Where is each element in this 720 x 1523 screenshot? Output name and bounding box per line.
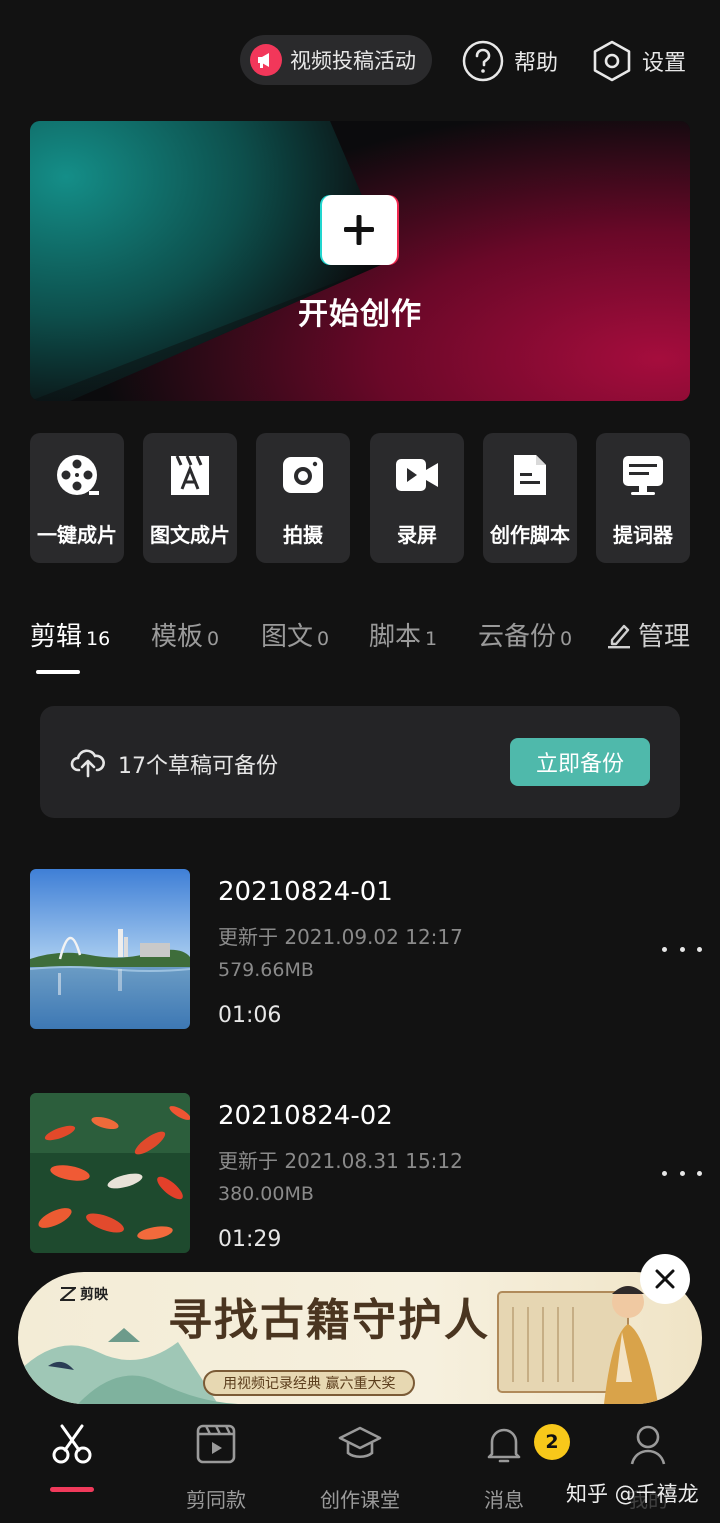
video-template-icon	[196, 1424, 236, 1464]
close-ad-button[interactable]	[640, 1254, 690, 1304]
help-button[interactable]: 帮助	[462, 39, 558, 83]
draft-updated-time: 更新于 2021.09.02 12:17	[218, 925, 463, 949]
help-label: 帮助	[514, 51, 559, 76]
promo-ad-banner[interactable]: 剪映 寻找古籍守护人 用视频记录经典 赢六重大奖	[18, 1272, 702, 1404]
nav-label: 剪同款	[186, 1488, 246, 1512]
start-creation-title: 开始创作	[298, 297, 422, 332]
tab-templates[interactable]: 模板 0	[151, 616, 219, 653]
ad-brand-name: 剪映	[80, 1287, 108, 1303]
ad-brand: 剪映	[60, 1284, 108, 1304]
user-icon	[630, 1425, 666, 1465]
backup-message: 17个草稿可备份	[118, 754, 278, 779]
tool-label: 图文成片	[150, 523, 230, 547]
scissors-icon	[52, 1424, 92, 1464]
tool-label: 拍摄	[283, 523, 323, 547]
gear-icon	[593, 40, 631, 82]
draft-name: 20210824-02	[218, 1101, 393, 1131]
draft-tabs: 剪辑 16 模板 0 图文 0 脚本 1 云备份 0 管理	[0, 616, 720, 676]
settings-button[interactable]: 设置	[592, 39, 686, 83]
manage-label: 管理	[637, 622, 690, 652]
film-reel-icon	[57, 455, 99, 495]
tab-name: 云备份	[478, 622, 557, 652]
draft-duration: 01:06	[218, 1003, 282, 1028]
nav-label: 消息	[484, 1488, 524, 1512]
plus-icon	[320, 195, 399, 265]
close-icon	[655, 1269, 675, 1289]
tab-name: 脚本	[369, 622, 422, 652]
manage-button[interactable]: 管理	[606, 616, 690, 653]
help-icon	[462, 40, 504, 82]
video-submission-activity-button[interactable]: 视频投稿活动	[240, 35, 432, 85]
top-bar: 视频投稿活动 帮助 设置	[0, 35, 720, 87]
graduation-cap-icon	[338, 1426, 382, 1459]
backup-now-button[interactable]: 立即备份	[510, 738, 650, 786]
screen-record-icon	[396, 459, 438, 491]
tab-count: 1	[425, 628, 438, 650]
draft-duration: 01:29	[218, 1227, 282, 1252]
tool-label: 提词器	[613, 523, 673, 547]
tool-text-to-video[interactable]: 图文成片	[143, 433, 237, 563]
tool-creation-script[interactable]: 创作脚本	[483, 433, 577, 563]
draft-updated-time: 更新于 2021.08.31 15:12	[218, 1149, 463, 1173]
start-creation-card[interactable]: 开始创作	[30, 121, 690, 401]
tab-name: 剪辑	[30, 622, 83, 652]
draft-size: 579.66MB	[218, 959, 314, 981]
draft-name: 20210824-01	[218, 877, 393, 907]
draft-thumbnail	[30, 1093, 190, 1253]
draft-item[interactable]: 20210824-01 更新于 2021.09.02 12:17 579.66M…	[30, 869, 720, 1029]
tab-cloud-backup[interactable]: 云备份 0	[478, 616, 572, 653]
active-nav-indicator	[50, 1487, 94, 1492]
tool-shoot[interactable]: 拍摄	[256, 433, 350, 563]
draft-thumbnail	[30, 869, 190, 1029]
text-clapper-icon	[171, 455, 209, 495]
quick-tools: 一键成片 图文成片 拍摄 录屏 创作脚本 提词器	[30, 433, 690, 563]
cloud-upload-icon	[70, 749, 105, 778]
tool-screen-record[interactable]: 录屏	[370, 433, 464, 563]
tool-label: 创作脚本	[490, 523, 570, 547]
tab-count: 0	[317, 628, 330, 650]
tool-label: 一键成片	[37, 523, 117, 547]
nav-creation-class[interactable]: 创作课堂	[290, 1422, 430, 1513]
tab-name: 模板	[151, 622, 204, 652]
megaphone-icon	[250, 44, 282, 76]
ad-subline: 用视频记录经典 赢六重大奖	[203, 1370, 416, 1396]
bell-icon	[487, 1428, 521, 1463]
draft-item[interactable]: 20210824-02 更新于 2021.08.31 15:12 380.00M…	[30, 1093, 720, 1253]
tool-teleprompter[interactable]: 提词器	[596, 433, 690, 563]
tab-count: 0	[207, 628, 220, 650]
tool-one-click-video[interactable]: 一键成片	[30, 433, 124, 563]
tab-image-text[interactable]: 图文 0	[261, 616, 329, 653]
draft-size: 380.00MB	[218, 1183, 314, 1205]
settings-label: 设置	[642, 51, 687, 76]
ad-headline: 寻找古籍守护人	[168, 1295, 490, 1346]
capcut-logo-icon	[60, 1287, 76, 1301]
backup-banner: 17个草稿可备份 立即备份	[40, 706, 680, 818]
tab-edit[interactable]: 剪辑 16	[30, 616, 110, 653]
tab-count: 0	[560, 628, 573, 650]
tool-label: 录屏	[397, 523, 437, 547]
nav-template[interactable]: 剪同款	[146, 1422, 286, 1513]
active-tab-indicator	[36, 670, 80, 674]
tab-count: 16	[86, 628, 111, 650]
tab-name: 图文	[261, 622, 314, 652]
camera-icon	[283, 457, 323, 493]
message-count-badge: 2	[534, 1424, 570, 1460]
teleprompter-icon	[623, 456, 663, 495]
tab-scripts[interactable]: 脚本 1	[369, 616, 437, 653]
watermark: 知乎 @千禧龙	[566, 1482, 699, 1506]
edit-pencil-icon	[607, 624, 630, 648]
nav-edit[interactable]	[2, 1422, 142, 1484]
more-options-icon[interactable]	[662, 939, 702, 959]
nav-label: 创作课堂	[320, 1488, 400, 1512]
promo-label: 视频投稿活动	[290, 49, 416, 73]
more-options-icon[interactable]	[662, 1163, 702, 1183]
document-icon	[514, 455, 546, 495]
